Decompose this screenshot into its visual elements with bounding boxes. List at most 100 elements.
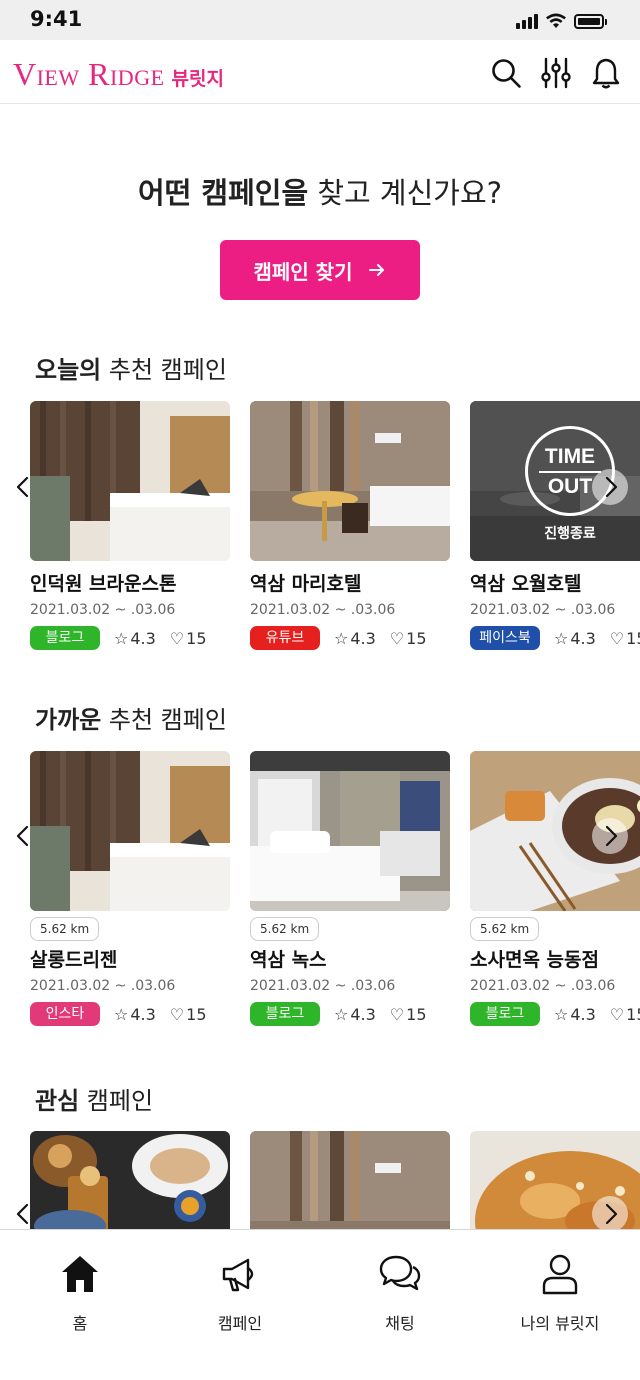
cellular-signal-icon <box>516 13 538 29</box>
likes[interactable]: ♡15 <box>390 629 427 648</box>
tab-label: 나의 뷰릿지 <box>520 1314 600 1333</box>
section-title-nearby: 가까운 추천 캠페인 <box>35 700 227 735</box>
likes[interactable]: ♡15 <box>610 629 640 648</box>
section-title-rest: 추천 캠페인 <box>101 356 227 384</box>
status-bar: 9:41 <box>0 0 640 40</box>
hero-question-rest: 찾고 계신가요? <box>308 176 503 210</box>
likes-count: 15 <box>406 628 427 648</box>
campaign-name: 역삼 녹스 <box>250 949 327 971</box>
distance-badge: 5.62 km <box>470 917 540 941</box>
hotel-room-image <box>30 751 230 911</box>
megaphone-icon <box>222 1258 254 1292</box>
user-icon <box>542 1254 578 1295</box>
section-title-interest: 관심 캠페인 <box>35 1081 153 1116</box>
heart-icon[interactable]: ♡ <box>610 629 624 648</box>
find-campaign-button[interactable]: 캠페인 찾기 <box>220 240 420 300</box>
rating-value: 4.3 <box>130 1004 156 1024</box>
tab-label: 채팅 <box>385 1314 415 1333</box>
rating-value: 4.3 <box>350 1004 376 1024</box>
campaign-card[interactable]: 인덕원 브라운스톤 2021.03.02 ~ .03.06 블로그 ☆ 4.3 ♡… <box>30 401 230 650</box>
tab-home[interactable]: 홈 <box>0 1252 160 1334</box>
interest-campaign-carousel[interactable] <box>30 1131 640 1231</box>
section-title-bold: 오늘의 <box>35 356 102 384</box>
campaign-card[interactable]: 5.62 km 살롱드리젠 2021.03.02 ~ .03.06 인스타 ☆ 4… <box>30 751 230 1026</box>
campaign-date: 2021.03.02 ~ .03.06 <box>30 978 176 994</box>
tab-campaign[interactable]: 캠페인 <box>160 1252 320 1334</box>
bell-icon[interactable] <box>590 57 622 89</box>
campaign-card[interactable]: TIME OUT 진행종료 역삼 오월호텔 2021.03.02 ~ .03.0… <box>470 401 640 650</box>
campaign-thumbnail <box>250 751 450 911</box>
rating-value: 4.3 <box>570 1004 596 1024</box>
section-title-bold: 관심 <box>35 1087 80 1115</box>
campaign-date: 2021.03.02 ~ .03.06 <box>470 602 616 618</box>
section-title-bold: 가까운 <box>35 706 102 734</box>
likes-count: 15 <box>626 628 640 648</box>
heart-icon[interactable]: ♡ <box>170 629 184 648</box>
chevron-left-icon <box>16 825 29 847</box>
channel-badge: 블로그 <box>250 1002 320 1026</box>
carousel-prev-button[interactable] <box>6 818 42 854</box>
app-logo[interactable]: View Ridge 뷰릿지 <box>13 56 224 93</box>
search-icon[interactable] <box>490 57 522 89</box>
likes[interactable]: ♡15 <box>390 1005 427 1024</box>
battery-icon <box>574 14 607 29</box>
hotel-room-image <box>250 751 450 911</box>
app-header: View Ridge 뷰릿지 <box>0 40 640 104</box>
hotel-room-image <box>30 401 230 561</box>
campaign-date: 2021.03.02 ~ .03.06 <box>250 602 396 618</box>
today-campaign-carousel[interactable]: 인덕원 브라운스톤 2021.03.02 ~ .03.06 블로그 ☆ 4.3 ♡… <box>30 401 640 661</box>
heart-icon[interactable]: ♡ <box>610 1005 624 1024</box>
home-icon <box>62 1256 98 1292</box>
chevron-left-icon <box>16 476 29 498</box>
rating-value: 4.3 <box>350 628 376 648</box>
star-icon: ☆ <box>334 628 349 648</box>
campaign-thumbnail <box>30 401 230 561</box>
likes-count: 15 <box>186 1004 207 1024</box>
star-icon: ☆ <box>554 1004 569 1024</box>
hero-question: 어떤 캠페인을 찾고 계신가요? <box>0 170 640 212</box>
rating: ☆ 4.3 <box>334 1005 376 1024</box>
tab-my-viewridge[interactable]: 나의 뷰릿지 <box>480 1252 640 1334</box>
arrow-right-icon <box>369 264 385 276</box>
heart-icon[interactable]: ♡ <box>170 1005 184 1024</box>
rating-value: 4.3 <box>570 628 596 648</box>
campaign-ended-label: 진행종료 <box>544 526 596 542</box>
channel-badge: 페이스북 <box>470 626 540 650</box>
campaign-card[interactable]: 역삼 마리호텔 2021.03.02 ~ .03.06 유튜브 ☆ 4.3 ♡ 15 <box>250 401 450 650</box>
carousel-prev-button[interactable] <box>6 469 42 505</box>
carousel-prev-button[interactable] <box>6 1196 42 1232</box>
campaign-card[interactable]: 5.62 km 역삼 녹스 2021.03.02 ~ .03.06 블로그 ☆ 4… <box>250 751 450 1026</box>
carousel-next-button[interactable] <box>592 818 628 854</box>
rating: ☆ 4.3 <box>334 629 376 648</box>
rating: ☆ 4.3 <box>554 1005 596 1024</box>
likes-count: 15 <box>406 1004 427 1024</box>
chevron-right-icon <box>605 476 618 498</box>
filter-sliders-icon[interactable] <box>540 57 572 89</box>
star-icon: ☆ <box>554 628 569 648</box>
chevron-right-icon <box>605 1203 618 1225</box>
hero-question-bold: 어떤 캠페인 <box>137 176 282 210</box>
rating: ☆ 4.3 <box>114 629 156 648</box>
campaign-name: 살롱드리젠 <box>30 949 118 971</box>
campaign-name: 소사면옥 능동점 <box>470 949 599 971</box>
food-image <box>30 1131 230 1231</box>
find-campaign-label: 캠페인 찾기 <box>253 259 353 284</box>
nearby-campaign-carousel[interactable]: 5.62 km 살롱드리젠 2021.03.02 ~ .03.06 인스타 ☆ 4… <box>30 751 640 1026</box>
likes[interactable]: ♡15 <box>610 1005 640 1024</box>
campaign-card[interactable] <box>250 1131 450 1231</box>
chat-bubbles-icon <box>379 1255 421 1291</box>
campaign-card[interactable]: 5.62 km 소사면옥 능동점 2021.03.02 ~ .03.06 블로그… <box>470 751 640 1026</box>
likes[interactable]: ♡15 <box>170 1005 207 1024</box>
campaign-card[interactable] <box>30 1131 230 1231</box>
star-icon: ☆ <box>114 1004 129 1024</box>
campaign-date: 2021.03.02 ~ .03.06 <box>30 602 176 618</box>
carousel-next-button[interactable] <box>592 469 628 505</box>
campaign-date: 2021.03.02 ~ .03.06 <box>470 978 616 994</box>
carousel-next-button[interactable] <box>592 1196 628 1232</box>
section-title-rest: 추천 캠페인 <box>101 706 227 734</box>
tab-chat[interactable]: 채팅 <box>320 1252 480 1334</box>
heart-icon[interactable]: ♡ <box>390 1005 404 1024</box>
distance-badge: 5.62 km <box>250 917 320 941</box>
likes[interactable]: ♡15 <box>170 629 207 648</box>
heart-icon[interactable]: ♡ <box>390 629 404 648</box>
